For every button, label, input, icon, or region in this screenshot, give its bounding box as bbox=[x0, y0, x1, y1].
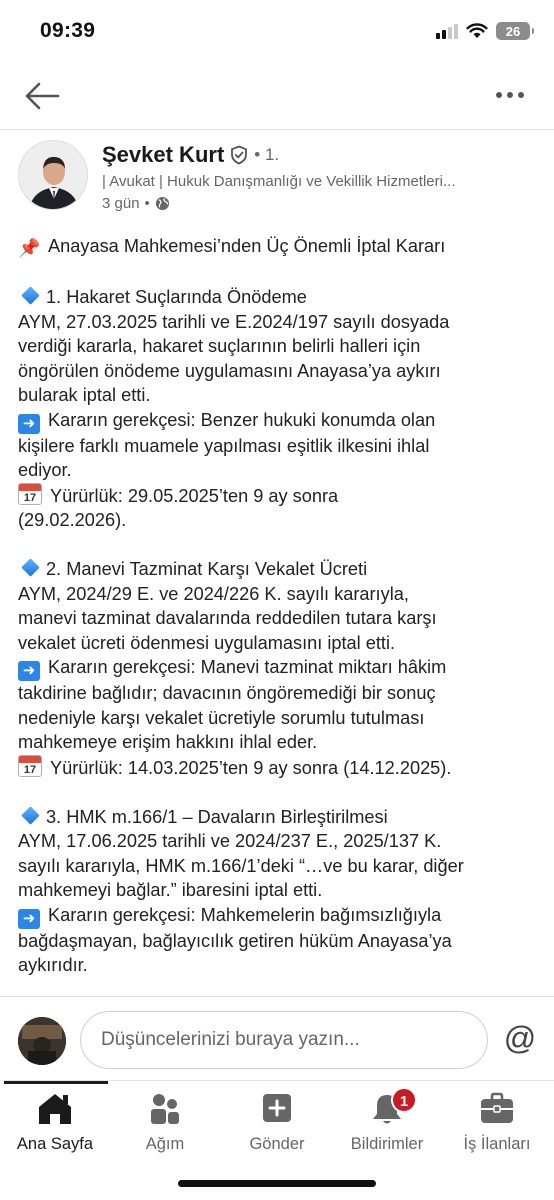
reason-line: ➜ Kararın gerekçesi: Mahkemelerin bağımsı… bbox=[18, 903, 542, 929]
reason-line: kişilere farklı muamele yapılması eşitli… bbox=[18, 435, 430, 456]
reason-line: ➜ Kararın gerekçesi: Manevi tazminat mikt… bbox=[18, 655, 542, 681]
post-time: 3 gün bbox=[102, 195, 140, 212]
section-heading: 1. Hakaret Suçlarında Önödeme bbox=[18, 285, 542, 310]
section-body-line: verdiği kararla, hakaret suçlarının beli… bbox=[18, 336, 421, 356]
post-author: Şevket Kurt • 1. | Avukat | Hukuk Danışm… bbox=[18, 140, 538, 216]
comment-input[interactable] bbox=[80, 1011, 488, 1069]
home-icon bbox=[39, 1094, 71, 1124]
right-arrow-icon: ➜ bbox=[18, 413, 40, 434]
nav-notifications[interactable]: 1 Bildirimler bbox=[332, 1087, 442, 1161]
reason-line: nedeniyle karşı vekalet ücretiyle soruml… bbox=[18, 707, 425, 728]
effective-line: (29.02.2026). bbox=[18, 510, 127, 530]
right-arrow-icon: ➜ bbox=[18, 661, 40, 681]
section-body-line: vekalet ücreti ödenmesi uygulamasını ipt… bbox=[18, 632, 396, 653]
calendar-icon: 17 bbox=[18, 482, 42, 505]
notification-badge: 1 bbox=[391, 1087, 417, 1113]
section-heading: 2. Manevi Tazminat Karşı Vekalet Ücreti bbox=[18, 557, 542, 582]
back-button[interactable] bbox=[22, 80, 62, 112]
reason-line: bağdaşmayan, bağlayıcılık getiren hüküm … bbox=[18, 930, 452, 951]
section-heading: 3. HMK m.166/1 – Davaların Birleştirilme… bbox=[18, 805, 542, 830]
section-body-line: sayılı kararıyla, HMK m.166/1’deki “…ve … bbox=[18, 855, 464, 876]
section-body-line: AYM, 27.03.2025 tarihli ve E.2024/197 sa… bbox=[18, 311, 450, 332]
connection-degree: • 1. bbox=[254, 145, 280, 164]
nav-jobs[interactable]: İş İlanları bbox=[442, 1091, 552, 1161]
author-avatar[interactable] bbox=[18, 140, 88, 210]
author-headline: | Avukat | Hukuk Danışmanlığı ve Vekilli… bbox=[102, 173, 456, 190]
effective-line: 17 Yürürlük: 29.05.2025’ten 9 ay sonra bbox=[18, 482, 542, 509]
status-bar: 09:39 26 bbox=[0, 0, 554, 62]
effective-line: 17 Yürürlük: 14.03.2025’ten 9 ay sonra (1… bbox=[18, 754, 542, 781]
user-photo bbox=[18, 1017, 66, 1065]
post-plus-icon bbox=[263, 1094, 291, 1122]
blue-diamond-icon bbox=[21, 558, 40, 577]
mention-button[interactable]: @ bbox=[502, 1020, 538, 1056]
home-indicator bbox=[178, 1180, 376, 1187]
blue-diamond-icon bbox=[21, 286, 40, 305]
verified-shield-icon bbox=[231, 145, 248, 165]
author-name[interactable]: Şevket Kurt bbox=[102, 142, 224, 168]
battery-icon: 26 bbox=[496, 22, 534, 40]
section-body-line: AYM, 17.06.2025 tarihli ve 2024/237 E., … bbox=[18, 831, 442, 851]
reason-line: takdirine bağlıdır; davacının öngöremedi… bbox=[18, 683, 436, 703]
more-horizontal-icon bbox=[496, 92, 502, 98]
section-body-line: AYM, 2024/29 E. ve 2024/226 K. sayılı ka… bbox=[18, 583, 409, 604]
active-tab-indicator bbox=[4, 1081, 108, 1084]
right-arrow-icon: ➜ bbox=[18, 908, 40, 929]
nav-home[interactable]: Ana Sayfa bbox=[0, 1091, 110, 1161]
top-navigation-bar bbox=[0, 62, 554, 130]
post-meta: 3 gün • bbox=[102, 195, 170, 212]
section-body-line: bularak iptal etti. bbox=[18, 385, 151, 405]
post-content: 📌 Anayasa Mahkemesi’nden Üç Önemli İptal … bbox=[18, 234, 542, 978]
briefcase-icon bbox=[481, 1092, 513, 1123]
reason-line: mahkemeye erişim hakkını ihlal eder. bbox=[18, 732, 318, 752]
post-title: Anayasa Mahkemesi’nden Üç Önemli İptal K… bbox=[48, 236, 446, 256]
section-body-line: manevi tazminat davalarında reddedilen t… bbox=[18, 608, 437, 628]
meta-separator: • bbox=[144, 195, 150, 212]
globe-icon bbox=[155, 196, 169, 211]
reason-line: ➜ Kararın gerekçesi: Benzer hukuki konumd… bbox=[18, 408, 542, 434]
reason-line: ediyor. bbox=[18, 460, 72, 480]
comment-bar: @ bbox=[0, 996, 554, 1080]
wifi-icon bbox=[466, 23, 488, 38]
network-icon bbox=[151, 1094, 179, 1124]
post-title-line: 📌 Anayasa Mahkemesi’nden Üç Önemli İptal … bbox=[18, 234, 542, 261]
current-user-avatar bbox=[18, 1017, 66, 1065]
status-icons: 26 bbox=[436, 22, 534, 40]
section-body-line: öngörülen önödeme uygulamasını Anayasa’y… bbox=[18, 360, 441, 381]
arrow-left-icon bbox=[25, 82, 60, 110]
more-options-button[interactable] bbox=[496, 88, 530, 102]
nav-network-label: Ağım bbox=[145, 1135, 185, 1153]
section-body-line: mahkemeyi bağlar.” ibaresini iptal etti. bbox=[18, 880, 323, 900]
nav-network[interactable]: Ağım bbox=[110, 1091, 220, 1161]
nav-jobs-label: İş İlanları bbox=[463, 1135, 531, 1153]
nav-notifications-label: Bildirimler bbox=[350, 1135, 424, 1153]
pushpin-icon: 📌 bbox=[18, 238, 41, 258]
reason-line: aykırıdır. bbox=[18, 955, 88, 975]
nav-post[interactable]: Gönder bbox=[222, 1091, 332, 1161]
author-photo bbox=[19, 141, 87, 209]
battery-level: 26 bbox=[505, 23, 521, 39]
nav-home-label: Ana Sayfa bbox=[16, 1135, 94, 1153]
nav-post-label: Gönder bbox=[249, 1135, 305, 1153]
cellular-signal-icon bbox=[436, 23, 458, 39]
status-time: 09:39 bbox=[40, 19, 96, 42]
author-name-row: Şevket Kurt • 1. bbox=[102, 142, 279, 168]
calendar-icon: 17 bbox=[18, 754, 42, 777]
blue-diamond-icon bbox=[21, 805, 40, 825]
